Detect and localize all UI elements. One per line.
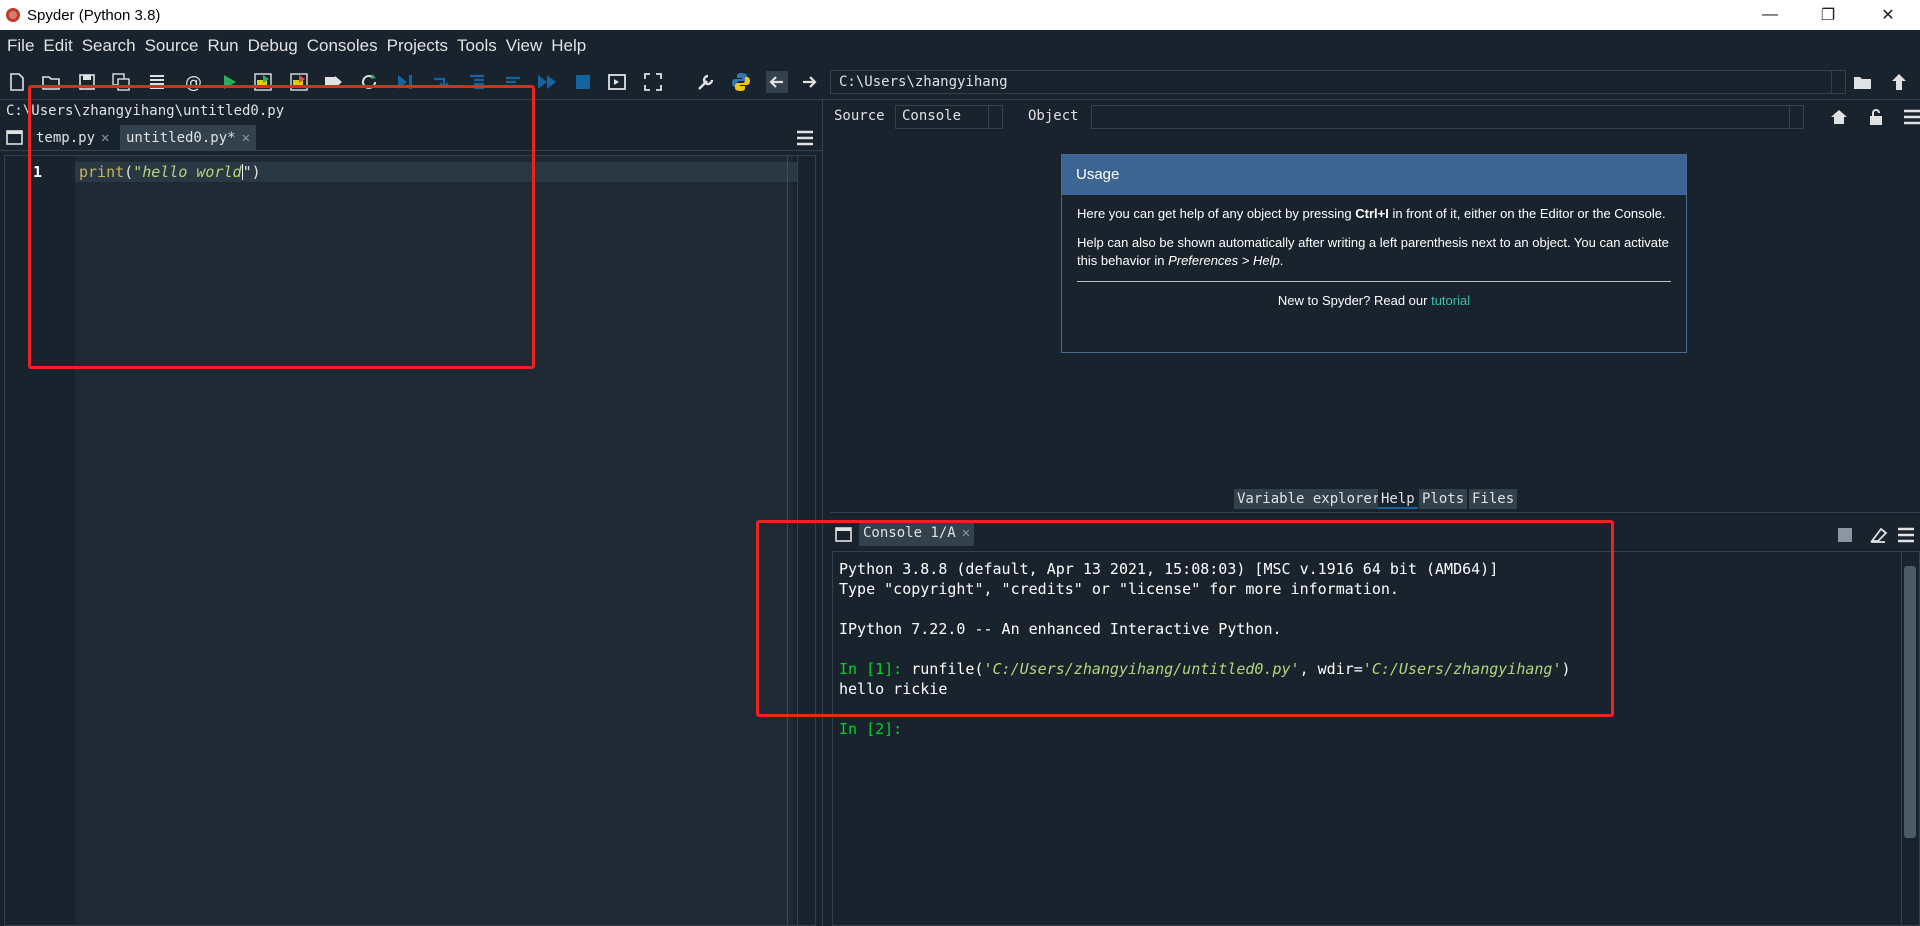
- annotation-box-editor: [28, 85, 535, 369]
- restore-button[interactable]: ❐: [1800, 0, 1856, 30]
- object-combo[interactable]: [1091, 105, 1804, 129]
- fullscreen-icon[interactable]: [642, 71, 664, 93]
- continue-icon[interactable]: [536, 71, 558, 93]
- tab-variable-explorer[interactable]: Variable explorer: [1234, 489, 1384, 509]
- source-combo[interactable]: Console: [895, 105, 1003, 129]
- menu-view[interactable]: View: [502, 36, 547, 56]
- hamburger-menu-icon[interactable]: [1895, 524, 1917, 546]
- new-file-icon[interactable]: [6, 71, 28, 93]
- window-title: Spyder (Python 3.8): [27, 6, 161, 24]
- hamburger-menu-icon[interactable]: [794, 127, 816, 149]
- minimize-button[interactable]: —: [1742, 0, 1798, 30]
- lock-icon[interactable]: [1866, 107, 1886, 127]
- spyder-logo-icon: [6, 8, 20, 22]
- annotation-box-console: [756, 520, 1614, 717]
- window-menu-icon[interactable]: [4, 127, 26, 149]
- forward-arrow-icon[interactable]: [798, 71, 820, 93]
- menu-run[interactable]: Run: [203, 36, 242, 56]
- scrollbar-handle[interactable]: [1904, 566, 1916, 838]
- back-arrow-icon[interactable]: [766, 71, 788, 93]
- menu-debug[interactable]: Debug: [244, 36, 302, 56]
- usage-title: Usage: [1062, 155, 1686, 195]
- tutorial-link[interactable]: tutorial: [1431, 293, 1470, 308]
- eraser-icon[interactable]: [1867, 524, 1889, 546]
- hamburger-menu-icon[interactable]: [1902, 107, 1920, 127]
- home-icon[interactable]: [1829, 107, 1849, 127]
- menu-projects[interactable]: Projects: [383, 36, 452, 56]
- object-label: Object: [1028, 108, 1079, 124]
- usage-paragraph-1: Here you can get help of any object by p…: [1077, 206, 1666, 221]
- maximize-pane-icon[interactable]: [606, 71, 628, 93]
- menu-consoles[interactable]: Consoles: [303, 36, 382, 56]
- source-value: Console: [902, 108, 962, 124]
- stop-icon[interactable]: [572, 71, 594, 93]
- menu-bar: File Edit Search Source Run Debug Consol…: [0, 30, 1920, 62]
- chevron-down-icon[interactable]: [988, 106, 1002, 128]
- usage-paragraph-2: Help can also be shown automatically aft…: [1077, 235, 1669, 268]
- tab-plots[interactable]: Plots: [1419, 489, 1468, 509]
- menu-edit[interactable]: Edit: [39, 36, 76, 56]
- source-label: Source: [834, 108, 885, 124]
- chevron-down-icon[interactable]: [1831, 71, 1845, 93]
- close-button[interactable]: ✕: [1860, 0, 1916, 30]
- wrench-icon[interactable]: [695, 71, 717, 93]
- prompt: In [2]:: [839, 720, 903, 738]
- spyder-window: Spyder (Python 3.8) — ❐ ✕ File Edit Sear…: [0, 0, 1920, 926]
- horizontal-splitter[interactable]: [830, 512, 1920, 518]
- working-directory-value: C:\Users\zhangyihang: [839, 74, 1008, 90]
- interrupt-kernel-icon[interactable]: [1834, 524, 1856, 546]
- parent-dir-icon[interactable]: [1888, 71, 1910, 93]
- python-icon[interactable]: [730, 71, 752, 93]
- console-prompt-line[interactable]: In [2]:: [839, 720, 902, 738]
- usage-footer: New to Spyder? Read our tutorial: [1277, 293, 1471, 308]
- usage-panel: Usage Here you can get help of any objec…: [1061, 154, 1687, 353]
- menu-tools[interactable]: Tools: [453, 36, 501, 56]
- menu-source[interactable]: Source: [141, 36, 203, 56]
- console-scrollbar[interactable]: [1901, 552, 1919, 925]
- help-toolbar: Source Console Object: [830, 103, 1920, 131]
- browse-folder-icon[interactable]: [1852, 71, 1874, 93]
- menu-help[interactable]: Help: [547, 36, 590, 56]
- menu-file[interactable]: File: [3, 36, 38, 56]
- tab-help[interactable]: Help: [1378, 489, 1418, 509]
- pane-splitter[interactable]: [822, 100, 828, 926]
- working-directory-input[interactable]: C:\Users\zhangyihang: [830, 70, 1846, 94]
- title-bar: Spyder (Python 3.8) — ❐ ✕: [0, 0, 1920, 30]
- help-tab-bar: Variable explorer Help Plots Files: [830, 487, 1920, 509]
- tab-files[interactable]: Files: [1469, 489, 1518, 509]
- chevron-down-icon[interactable]: [1789, 106, 1803, 128]
- menu-search[interactable]: Search: [78, 36, 140, 56]
- divider: [1077, 281, 1671, 282]
